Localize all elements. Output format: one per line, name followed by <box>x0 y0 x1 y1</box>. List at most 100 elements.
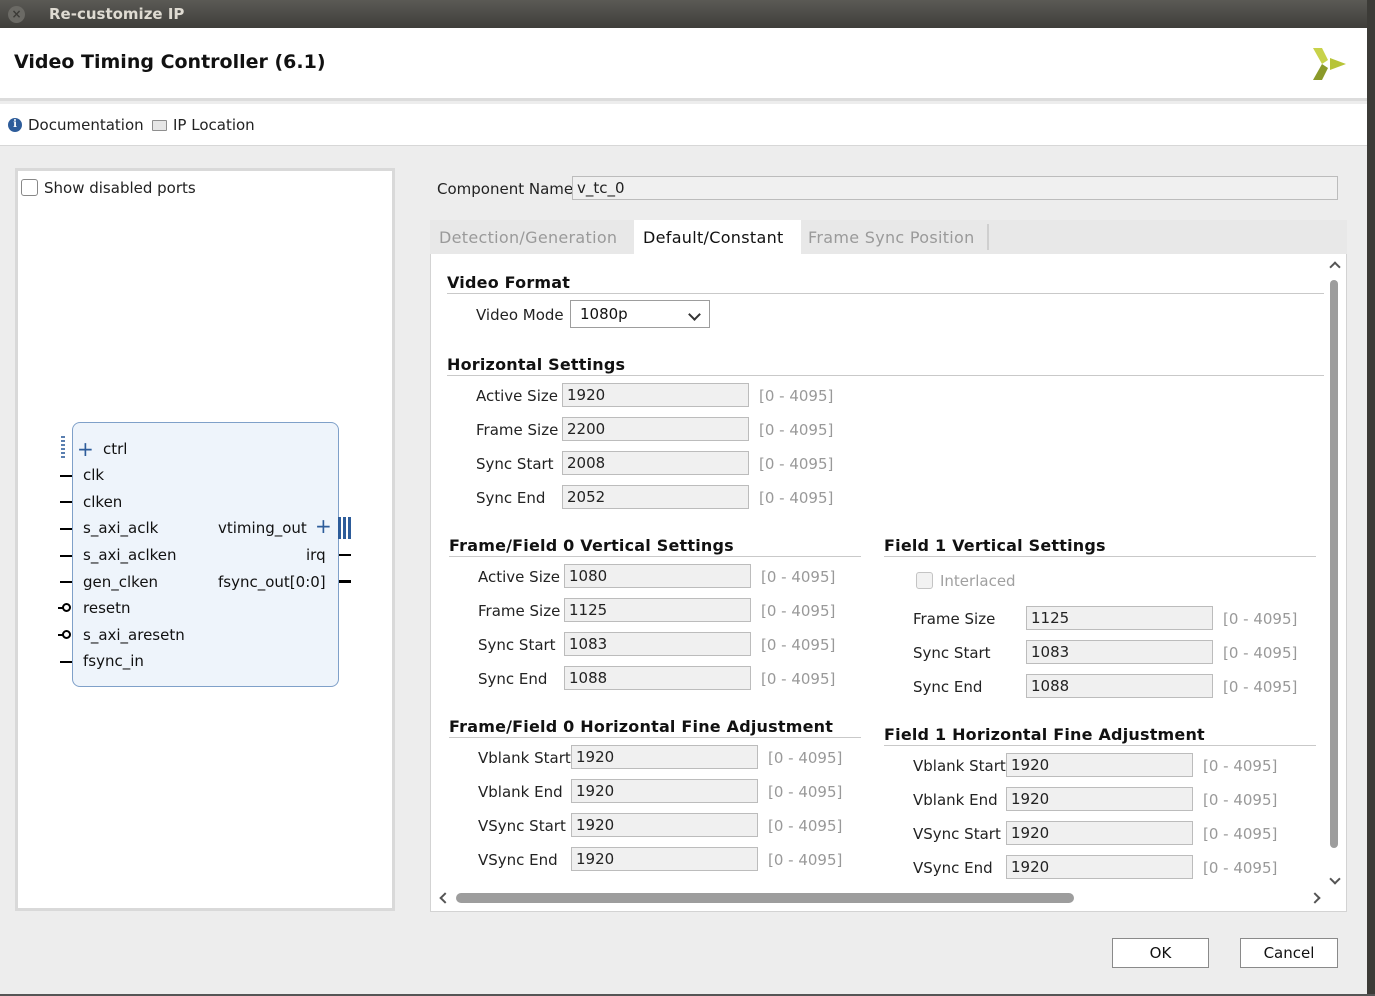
range-hint: [0 - 4095] <box>761 670 836 688</box>
port-pin <box>60 528 72 530</box>
range-hint: [0 - 4095] <box>1203 825 1278 843</box>
range-hint: [0 - 4095] <box>759 489 834 507</box>
port-gen-clken: gen_clken <box>83 573 159 591</box>
section-divider <box>447 293 1324 294</box>
video-mode-select[interactable]: 1080p <box>570 300 710 328</box>
section-f1-vertical: Field 1 Vertical Settings <box>884 536 1106 555</box>
port-pin <box>60 581 72 583</box>
interlaced-checkbox[interactable] <box>916 572 933 589</box>
port-s-axi-aclken: s_axi_aclken <box>83 546 177 564</box>
v0-frame-size-label: Frame Size <box>478 602 561 620</box>
bus-pin-icon <box>338 517 351 539</box>
v0-sync-end-input[interactable]: 1088 <box>564 666 751 690</box>
section-divider <box>884 556 1316 557</box>
v1-frame-size-label: Frame Size <box>913 610 996 628</box>
range-hint: [0 - 4095] <box>761 636 836 654</box>
v1-sync-start-label: Sync Start <box>913 644 991 662</box>
f1-vblank-start-input[interactable]: 1920 <box>1006 753 1193 777</box>
h-sync-end-input[interactable]: 2052 <box>562 485 749 509</box>
ok-button[interactable]: OK <box>1112 938 1209 968</box>
f1-vsync-start-input[interactable]: 1920 <box>1006 821 1193 845</box>
f1-vsync-end-label: VSync End <box>913 859 993 877</box>
video-mode-value: 1080p <box>580 305 628 323</box>
chevron-down-icon <box>688 308 701 321</box>
show-disabled-ports-label: Show disabled ports <box>44 179 196 197</box>
vertical-scrollbar[interactable] <box>1327 258 1341 886</box>
h-frame-size-input[interactable]: 2200 <box>562 417 749 441</box>
v0-sync-start-input[interactable]: 1083 <box>564 632 751 656</box>
ip-title: Video Timing Controller (6.1) <box>14 51 326 73</box>
h-active-size-input[interactable]: 1920 <box>562 383 749 407</box>
range-hint: [0 - 4095] <box>1223 678 1298 696</box>
port-pin <box>339 580 351 583</box>
port-pin <box>60 661 72 663</box>
h-sync-end-label: Sync End <box>476 489 546 507</box>
h-sync-start-input[interactable]: 2008 <box>562 451 749 475</box>
documentation-label: Documentation <box>28 116 144 134</box>
port-s-axi-aresetn: s_axi_aresetn <box>83 626 185 644</box>
tab-separator <box>987 224 989 250</box>
f1-vblank-end-input[interactable]: 1920 <box>1006 787 1193 811</box>
documentation-link[interactable]: i Documentation <box>8 116 144 134</box>
close-icon[interactable]: × <box>8 6 25 23</box>
tab-frame-sync-position[interactable]: Frame Sync Position <box>799 220 987 254</box>
expand-plus-icon[interactable]: + <box>77 437 94 461</box>
port-resetn: resetn <box>83 599 131 617</box>
range-hint: [0 - 4095] <box>1203 791 1278 809</box>
f0-vblank-end-input[interactable]: 1920 <box>571 779 758 803</box>
range-hint: [0 - 4095] <box>1203 757 1278 775</box>
h-active-size-label: Active Size <box>476 387 558 405</box>
port-vtiming-out: vtiming_out <box>218 519 307 537</box>
port-s-axi-aclk: s_axi_aclk <box>83 519 159 537</box>
video-mode-label: Video Mode <box>476 306 564 324</box>
f1-vblank-end-label: Vblank End <box>913 791 998 809</box>
ip-location-label: IP Location <box>173 116 255 134</box>
v0-sync-end-label: Sync End <box>478 670 548 688</box>
show-disabled-ports-checkbox[interactable] <box>21 179 38 196</box>
v1-sync-start-input[interactable]: 1083 <box>1026 640 1213 664</box>
port-ctrl: ctrl <box>103 440 128 458</box>
tab-bar: Detection/Generation Default/Constant Fr… <box>430 220 1347 254</box>
port-irq: irq <box>306 546 326 564</box>
f1-vblank-start-label: Vblank Start <box>913 757 1006 775</box>
port-clk: clk <box>83 466 105 484</box>
active-low-icon <box>62 603 71 612</box>
h-frame-size-label: Frame Size <box>476 421 559 439</box>
f1-vsync-start-label: VSync Start <box>913 825 1001 843</box>
bus-pin-icon <box>61 436 65 458</box>
xilinx-logo-icon <box>1313 48 1346 80</box>
tab-default-constant[interactable]: Default/Constant <box>634 220 801 254</box>
range-hint: [0 - 4095] <box>768 851 843 869</box>
cancel-button[interactable]: Cancel <box>1240 938 1338 968</box>
v0-frame-size-input[interactable]: 1125 <box>564 598 751 622</box>
window-titlebar: × Re-customize IP <box>0 0 1367 28</box>
port-pin <box>60 501 72 503</box>
active-low-icon <box>62 630 71 639</box>
range-hint: [0 - 4095] <box>759 455 834 473</box>
f0-vsync-start-input[interactable]: 1920 <box>571 813 758 837</box>
f0-vblank-start-input[interactable]: 1920 <box>571 745 758 769</box>
vertical-scroll-thumb[interactable] <box>1330 280 1338 848</box>
expand-plus-icon[interactable]: + <box>315 514 332 538</box>
section-divider <box>449 556 861 557</box>
section-video-format: Video Format <box>447 273 571 292</box>
tab-detection-generation[interactable]: Detection/Generation <box>430 220 634 254</box>
horizontal-scroll-thumb[interactable] <box>456 893 1074 903</box>
v0-active-size-input[interactable]: 1080 <box>564 564 751 588</box>
v1-sync-end-input[interactable]: 1088 <box>1026 674 1213 698</box>
component-name-label: Component Name <box>437 180 574 198</box>
v0-sync-start-label: Sync Start <box>478 636 556 654</box>
port-pin <box>60 555 72 557</box>
section-horizontal-settings: Horizontal Settings <box>447 355 626 374</box>
range-hint: [0 - 4095] <box>1223 644 1298 662</box>
interlaced-label: Interlaced <box>940 572 1016 590</box>
section-divider <box>449 737 861 738</box>
range-hint: [0 - 4095] <box>759 387 834 405</box>
ip-location-link[interactable]: IP Location <box>152 116 255 134</box>
h-sync-start-label: Sync Start <box>476 455 554 473</box>
range-hint: [0 - 4095] <box>1203 859 1278 877</box>
component-name-input[interactable]: v_tc_0 <box>572 176 1338 200</box>
v1-frame-size-input[interactable]: 1125 <box>1026 606 1213 630</box>
f0-vsync-end-input[interactable]: 1920 <box>571 847 758 871</box>
f1-vsync-end-input[interactable]: 1920 <box>1006 855 1193 879</box>
